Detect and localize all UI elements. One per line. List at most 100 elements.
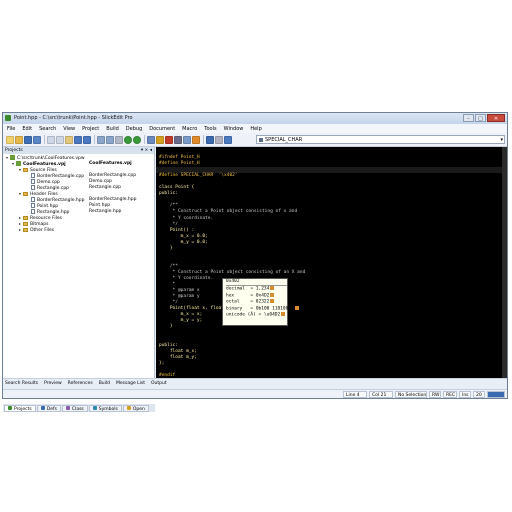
define-symbol-icon — [259, 138, 263, 142]
undo-icon[interactable] — [74, 135, 82, 144]
redo-icon[interactable] — [83, 135, 91, 144]
find-next-icon[interactable] — [106, 135, 114, 144]
code-line: /** — [159, 203, 178, 209]
code-line: /** — [159, 263, 178, 269]
run-icon[interactable] — [192, 135, 200, 144]
status-rec[interactable]: REC — [443, 391, 457, 398]
menu-document[interactable]: Document — [149, 126, 175, 132]
code-line: m_y = y; — [159, 318, 203, 324]
code-editor[interactable]: #ifndef Point_H #define Point_H #define … — [156, 147, 507, 378]
copy-value-icon[interactable] — [270, 286, 275, 290]
tab-search-results[interactable]: Search Results — [5, 381, 38, 386]
tree-project-right: CoolFeatures.vpj — [89, 161, 132, 166]
tab-projects[interactable]: Projects — [4, 404, 36, 412]
menu-view[interactable]: View — [63, 126, 75, 132]
menu-macro[interactable]: Macro — [182, 126, 197, 132]
tree-folder[interactable]: ▸ Other Files — [19, 227, 54, 233]
tab-build[interactable]: Build — [99, 381, 110, 386]
chevron-down-icon[interactable]: ▾ — [500, 136, 503, 144]
symbol-combo[interactable]: SPECIAL_CHAR ▾ — [256, 135, 505, 144]
tab-message-list[interactable]: Message List — [116, 381, 145, 386]
menu-search[interactable]: Search — [39, 126, 56, 132]
open-folder-icon[interactable] — [15, 135, 23, 144]
maximize-button[interactable]: □ — [475, 114, 486, 122]
back-icon[interactable] — [124, 135, 132, 144]
panel-controls[interactable]: ▾ × ◂ — [141, 147, 152, 154]
new-file-icon[interactable] — [6, 135, 14, 144]
tab-class[interactable]: Class — [61, 404, 88, 412]
class-icon — [65, 406, 70, 410]
toolbar-separator — [144, 135, 145, 144]
menu-tools[interactable]: Tools — [204, 126, 216, 132]
editor-scrollbar[interactable] — [502, 147, 507, 378]
copy-value-icon[interactable] — [270, 292, 275, 297]
project-icon[interactable] — [174, 135, 182, 144]
projects-panel: Projects ▾ × ◂ ▾ C:\src\trunk\CoolFeature… — [3, 147, 155, 412]
copy-value-icon[interactable] — [294, 305, 299, 310]
paste-icon[interactable] — [65, 135, 73, 144]
tools-icon[interactable] — [215, 135, 223, 144]
tab-open[interactable]: Open — [122, 404, 149, 412]
window-title: Point.hpp - C:\src\trunk\Point.hpp - Sli… — [14, 115, 133, 121]
menu-file[interactable]: File — [7, 126, 15, 132]
code-line: #endif — [159, 372, 176, 378]
menu-edit[interactable]: Edit — [22, 126, 32, 132]
menu-project[interactable]: Project — [82, 126, 99, 132]
forward-icon[interactable] — [133, 135, 141, 144]
replace-icon[interactable] — [115, 135, 123, 144]
code-line: */ — [159, 221, 178, 227]
status-rw[interactable]: RW — [429, 391, 441, 398]
app-window: Point.hpp - C:\src\trunk\Point.hpp - Sli… — [2, 112, 508, 412]
code-line: * Construct a Point object consisting of… — [159, 209, 298, 215]
copy-value-icon[interactable] — [281, 312, 286, 316]
close-button[interactable]: ✕ — [487, 114, 505, 122]
menu-build[interactable]: Build — [106, 126, 119, 132]
defs-icon — [40, 406, 45, 410]
tab-preview[interactable]: Preview — [44, 381, 62, 386]
code-line: } — [159, 245, 173, 251]
find-icon[interactable] — [97, 135, 105, 144]
tab-symbols[interactable]: Symbols — [88, 404, 122, 412]
compile-icon[interactable] — [156, 135, 164, 144]
help-icon[interactable] — [224, 135, 232, 144]
code-line: float m_y; — [159, 354, 197, 360]
projects-panel-title: Projects — [5, 148, 23, 153]
references-icon[interactable] — [206, 135, 214, 144]
copy-value-icon[interactable] — [270, 299, 275, 303]
folder-icon — [23, 215, 28, 220]
minimize-button[interactable]: – — [463, 114, 474, 122]
cut-icon[interactable] — [47, 135, 55, 144]
folder-icon — [23, 167, 28, 172]
tab-output[interactable]: Output — [151, 381, 167, 386]
copy-icon[interactable] — [56, 135, 64, 144]
build-icon[interactable] — [147, 135, 155, 144]
projects-icon — [8, 406, 12, 410]
tab-references[interactable]: References — [68, 381, 93, 386]
cpp-file-icon — [31, 179, 35, 184]
folder-icon — [23, 221, 28, 226]
save-icon[interactable] — [24, 135, 32, 144]
stop-icon[interactable] — [165, 135, 173, 144]
cpp-file-icon — [31, 185, 35, 190]
code-line: */ — [159, 300, 178, 306]
cpp-file-icon — [31, 173, 35, 178]
tree-file-right: Rectangle.cpp — [89, 185, 122, 190]
debug-icon[interactable] — [183, 135, 191, 144]
code-text[interactable]: #ifndef Point_H #define Point_H #define … — [159, 149, 305, 378]
code-line: * Y coordinate. — [159, 215, 214, 221]
code-line: class Point { — [159, 185, 195, 191]
code-line: m_y = 0.0; — [159, 239, 208, 245]
menu-window[interactable]: Window — [224, 126, 244, 132]
code-line: Point() : — [159, 227, 195, 233]
menu-help[interactable]: Help — [250, 126, 261, 132]
status-ins[interactable]: Ins — [459, 391, 471, 398]
tab-defs[interactable]: Defs — [36, 404, 61, 412]
save-all-icon[interactable] — [33, 135, 41, 144]
window-controls: – □ ✕ — [463, 114, 505, 122]
hpp-file-icon — [31, 197, 35, 202]
status-indicator-icon — [487, 391, 505, 398]
hpp-file-icon — [31, 203, 35, 208]
symbol-combo-value: SPECIAL_CHAR — [265, 137, 303, 143]
menu-debug[interactable]: Debug — [126, 126, 142, 132]
workspace-icon — [10, 155, 15, 160]
